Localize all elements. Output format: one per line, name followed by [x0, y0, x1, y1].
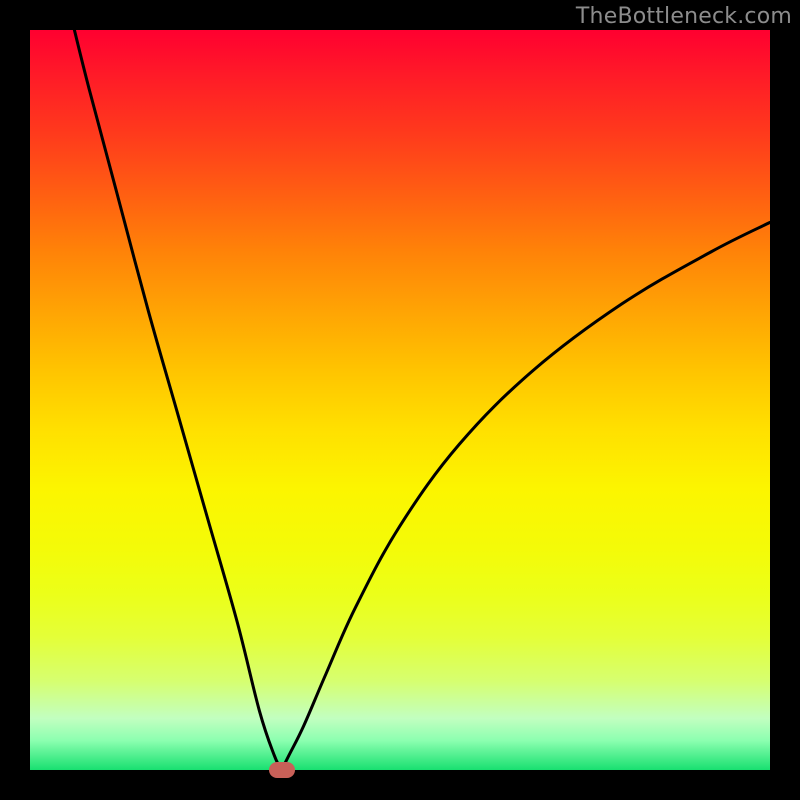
watermark-text: TheBottleneck.com [576, 4, 792, 29]
chart-frame: TheBottleneck.com [0, 0, 800, 800]
chart-min-marker [269, 762, 295, 778]
curve-path-right [282, 222, 770, 770]
chart-curve [30, 30, 770, 770]
curve-path-left [74, 30, 281, 770]
